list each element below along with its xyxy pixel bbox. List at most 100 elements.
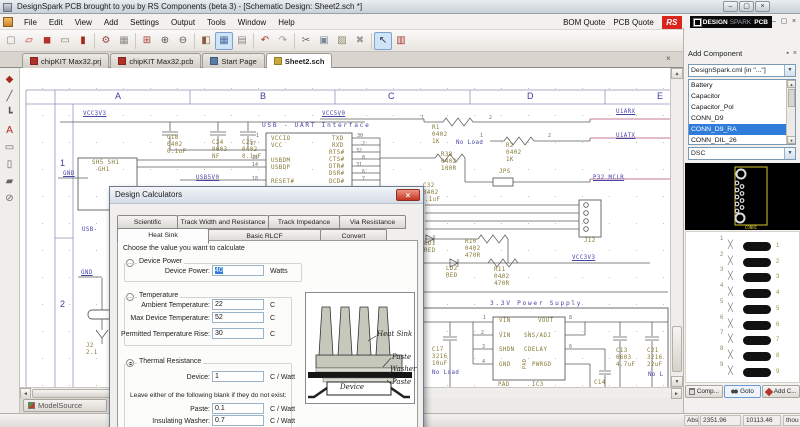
add-bus-icon: ┗ [6,107,13,119]
pcb-quote-link[interactable]: PCB Quote [613,18,653,27]
device-power-input[interactable]: 40 [212,265,264,276]
design-technology-button[interactable]: ▦ [115,32,133,50]
add-component-button[interactable]: Add C... [762,385,800,398]
undo-button[interactable]: ↶ [256,32,274,50]
list-scroll-up-icon[interactable]: ▲ [787,80,795,88]
add-wire-tool[interactable]: ╱ [1,88,19,105]
pin-number-left: 3 [720,267,724,274]
component-list-scrollbar[interactable]: ▲ ▼ [786,80,795,144]
screen-grab-button[interactable]: ▤ [233,32,251,50]
thermal-device-input[interactable]: 1 [212,371,264,382]
mdi-minimize-button[interactable]: – [770,17,778,26]
zoom-in-button[interactable]: ⊕ [156,32,174,50]
open-button[interactable]: ▱ [20,32,38,50]
dialog-tab-heat-sink[interactable]: Heat Sink [117,228,209,244]
cut-button[interactable]: ✂ [297,32,315,50]
close-button[interactable]: × [755,1,770,12]
component-item-conn-dil-26[interactable]: CONN_DIL_26 [689,135,787,144]
component-item-capacitor-pol[interactable]: Capacitor_Pol [689,102,787,113]
vertical-scroll-thumb[interactable] [672,326,682,372]
menu-add[interactable]: Add [98,18,124,27]
dialog-close-button[interactable]: × [396,189,420,201]
component-bin-button[interactable]: ▥ [392,32,410,50]
pin-number-right: 3 [776,274,780,281]
component-item-capacitor[interactable]: Capacitor [689,91,787,102]
document-close-button[interactable]: × [666,54,671,63]
minimize-button[interactable]: – [723,1,738,12]
schematic-label: 2 [489,115,493,121]
add-text-tool[interactable]: A [1,122,19,139]
pin-x-mark: ╳ [728,255,733,265]
pin-x-mark: ╳ [728,349,733,359]
add-circle-tool[interactable]: ⊘ [1,190,19,207]
insulating-washer-input[interactable]: 0.7 [212,415,264,426]
close-design-button[interactable]: ▭ [56,32,74,50]
permitted-temperature-rise-input[interactable]: 30 [212,328,264,339]
menu-output[interactable]: Output [165,18,201,27]
pcb-tab-icon [118,57,127,65]
scroll-right-icon[interactable]: ► [671,388,682,399]
add-bus-tool[interactable]: ┗ [1,105,19,122]
scroll-down-icon[interactable]: ▼ [671,376,683,387]
goto-button[interactable]: Goto [723,385,762,398]
add-rectangle-tool[interactable]: ▯ [1,156,19,173]
add-filled-rectangle-tool[interactable]: ▰ [1,173,19,190]
package-select[interactable]: DSC ▼ [688,147,796,160]
view-all-button[interactable]: ⊞ [138,32,156,50]
paste-button[interactable]: ▨ [333,32,351,50]
menu-file[interactable]: File [18,18,43,27]
menu-settings[interactable]: Settings [124,18,165,27]
zoom-out-icon: ⊖ [178,35,188,46]
max-device-temperature-input[interactable]: 52 [212,312,264,323]
component-item-conn-d9-ra[interactable]: CONN_D9_RA [689,124,787,135]
thermal-paste-input[interactable]: 0.1 [212,403,264,414]
component-button[interactable]: Comp... [685,385,723,398]
device-power-value: 40 [215,267,223,274]
menu-edit[interactable]: Edit [43,18,69,27]
component-item-conn-d9[interactable]: CONN_D9 [689,113,787,124]
footprint-refdes: CONN1 [745,225,758,230]
footprint-preview: CONN1 [685,163,800,230]
pin-icon[interactable]: ▪ [786,50,788,57]
save-button[interactable]: ◼ [38,32,56,50]
select-mode-button[interactable]: ↖ [374,32,392,50]
schematic-label: 14 [252,162,259,168]
library-button[interactable]: ▮ [74,32,92,50]
toolbar-separator [294,33,295,49]
scroll-up-icon[interactable]: ▲ [671,68,683,79]
restore-button[interactable]: ▢ [739,1,754,12]
bom-quote-link[interactable]: BOM Quote [563,18,605,27]
add-shape-tool[interactable]: ▭ [1,139,19,156]
redo-button[interactable]: ↷ [274,32,292,50]
menu-view[interactable]: View [69,18,98,27]
new-button[interactable]: ▢ [2,32,20,50]
dialog-titlebar[interactable]: Design Calculators × [110,187,423,204]
delete-button[interactable]: ✖ [351,32,369,50]
tab-sheet2-sch[interactable]: Sheet2.sch [265,53,333,68]
list-scroll-down-icon[interactable]: ▼ [787,136,795,144]
tab-chipkit-max32-pcb[interactable]: chipKIT Max32.pcb [110,53,202,68]
panel-close-icon[interactable]: × [793,50,797,57]
mdi-restore-button[interactable]: ▢ [780,17,788,26]
copy-button[interactable]: ▣ [315,32,333,50]
tab-chipkit-max32-prj[interactable]: chipKIT Max32.prj [22,53,110,68]
mdi-close-button[interactable]: × [790,17,798,26]
canvas-vertical-scrollbar[interactable]: ▲ ▼ [670,68,683,387]
component-item-battery[interactable]: Battery [689,80,787,91]
ambient-temperature-input[interactable]: 22 [212,299,264,310]
chevron-down-icon[interactable]: ▼ [784,65,795,76]
modelsource-button[interactable]: ModelSource [23,399,107,412]
library-select[interactable]: DesignSpark.cml [in "..."] ▼ [688,64,796,77]
chevron-down-icon[interactable]: ▼ [784,148,795,159]
pin-pad [743,367,771,377]
colors-button[interactable]: ◧ [197,32,215,50]
settings-button[interactable]: ⚙ [97,32,115,50]
tab-start-page[interactable]: Start Page [202,53,265,68]
list-scroll-thumb[interactable] [788,89,795,107]
zoom-out-button[interactable]: ⊖ [174,32,192,50]
menu-help[interactable]: Help [272,18,300,27]
menu-window[interactable]: Window [232,18,272,27]
menu-tools[interactable]: Tools [201,18,232,27]
add-component-tool[interactable]: ◆ [1,71,19,88]
grid-button[interactable]: ▦ [215,32,233,50]
